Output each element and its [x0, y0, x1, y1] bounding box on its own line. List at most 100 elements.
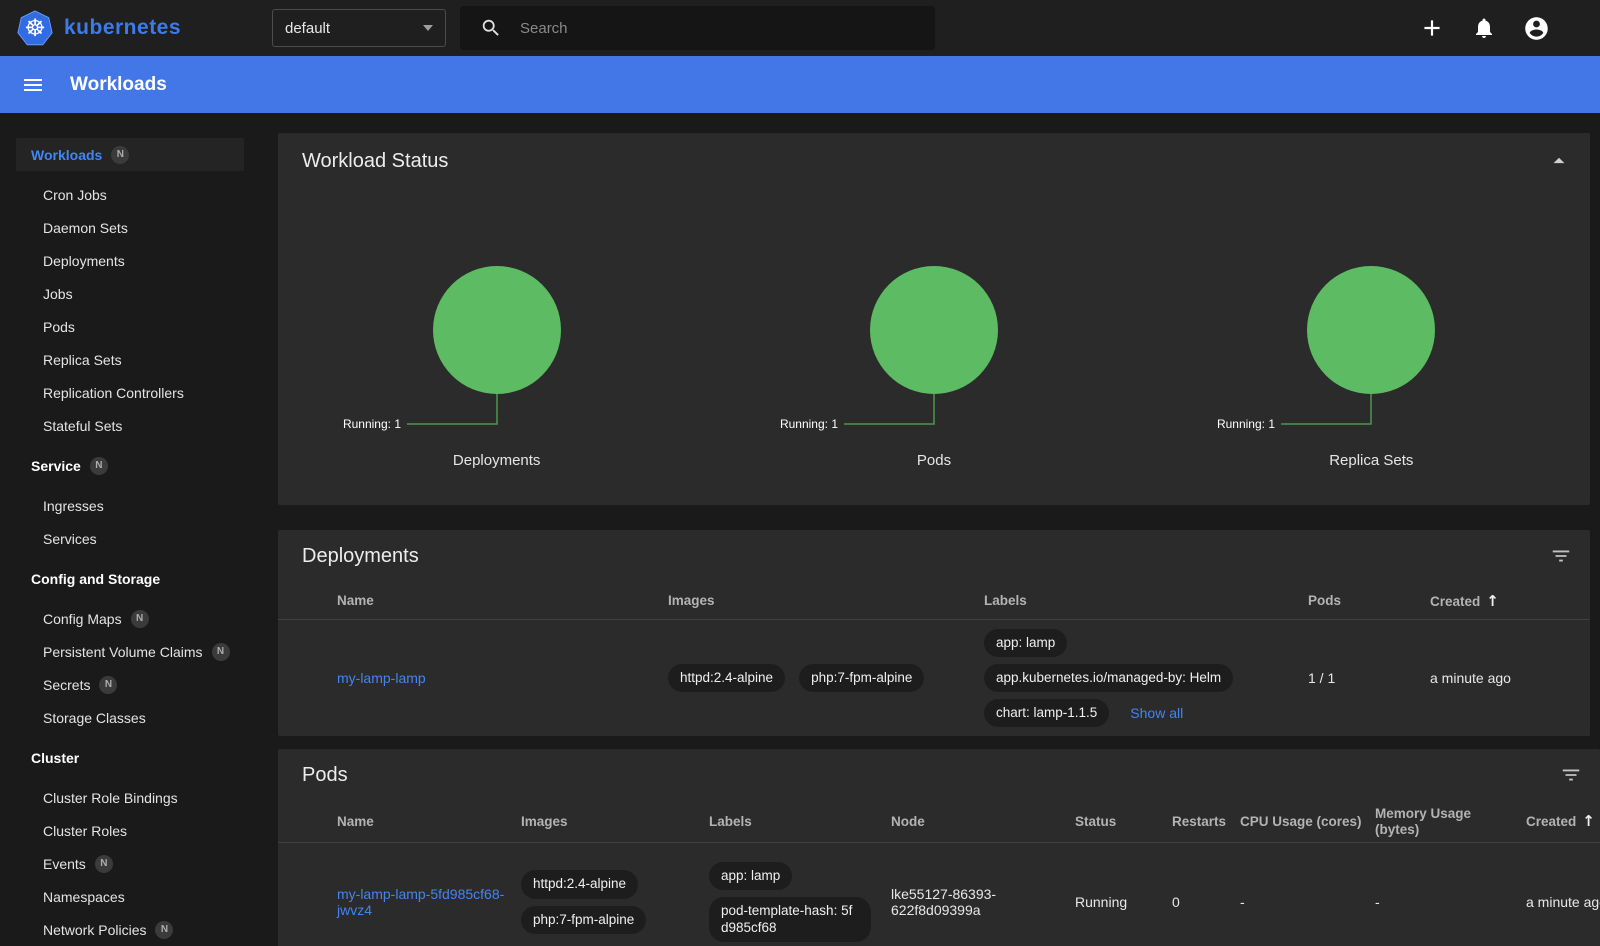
table-row: my-lamp-lamp-5fd985cf68-jwvz4 httpd:2.4-… [278, 843, 1600, 946]
sidebar-item-events[interactable]: Events N [0, 847, 260, 880]
sidebar-item-deployments[interactable]: Deployments [0, 244, 260, 277]
sidebar-item-label: Daemon Sets [43, 220, 128, 236]
column-header-cpu: CPU Usage (cores) [1240, 814, 1375, 830]
chart-annotation: Running: 1 [1217, 417, 1275, 431]
sidebar-item-persistent-volume-claims[interactable]: Persistent Volume ClaimsN [0, 635, 260, 668]
workload-status-title: Workload Status [302, 150, 448, 173]
column-header-labels: Labels [709, 814, 891, 830]
chart-annotation: Running: 1 [343, 417, 401, 431]
column-header-memory: Memory Usage (bytes) [1375, 806, 1526, 837]
sidebar-item-label: Config Maps [43, 611, 122, 627]
sidebar-item-daemon-sets[interactable]: Daemon Sets [0, 211, 260, 244]
column-header-node: Node [891, 814, 1075, 830]
column-header-images: Images [668, 593, 984, 608]
deployments-table-header: Name Images Labels Pods Created↑ [278, 582, 1590, 620]
sidebar-item-label: Ingresses [43, 498, 104, 514]
sidebar-item-cron-jobs[interactable]: Cron Jobs [0, 178, 260, 211]
sidebar-item-secrets[interactable]: Secrets N [0, 668, 260, 701]
kubernetes-logo-icon: ☸ [16, 9, 54, 47]
sidebar-item-network-policies[interactable]: Network PoliciesN [0, 913, 260, 946]
namespace-select[interactable]: default [272, 9, 446, 47]
sidebar-item-services[interactable]: Services [0, 522, 260, 555]
menu-button[interactable] [21, 73, 45, 97]
add-button[interactable] [1419, 15, 1445, 41]
sidebar-item-label: Stateful Sets [43, 418, 122, 434]
new-badge: N [99, 676, 117, 694]
account-button[interactable] [1523, 15, 1550, 42]
pods-count: 1 / 1 [1308, 670, 1430, 686]
image-chip: php:7-fpm-alpine [799, 664, 924, 692]
column-header-name[interactable]: Name [337, 593, 668, 608]
sidebar-item-cluster[interactable]: Cluster [0, 741, 260, 774]
sidebar-item-label: Workloads [31, 147, 102, 163]
search-input[interactable] [520, 20, 935, 37]
sidebar-item-service[interactable]: Service N [0, 449, 260, 482]
filter-button[interactable] [1550, 545, 1572, 567]
workload-chart-replica-sets: Running: 1 Replica Sets [1153, 266, 1590, 469]
chevron-up-icon [1546, 148, 1572, 174]
sidebar-item-label: Config and Storage [31, 571, 160, 587]
new-badge: N [90, 457, 108, 475]
search-bar[interactable] [460, 6, 935, 50]
workload-chart-deployments: Running: 1 Deployments [278, 266, 715, 469]
new-badge: N [95, 855, 113, 873]
pie-chart-running [870, 266, 998, 394]
sidebar-item-namespaces[interactable]: Namespaces [0, 880, 260, 913]
sidebar-item-label: Network Policies [43, 922, 146, 938]
add-icon [1419, 15, 1445, 41]
sidebar-item-cluster-roles[interactable]: Cluster Roles [0, 814, 260, 847]
pie-chart-running [1307, 266, 1435, 394]
chevron-down-icon [423, 25, 433, 31]
brand[interactable]: ☸ kubernetes [0, 9, 272, 47]
notifications-button[interactable] [1472, 16, 1496, 40]
sidebar-item-config-maps[interactable]: Config Maps N [0, 602, 260, 635]
workload-status-card: Workload Status Running: 1 Deployments R… [278, 133, 1590, 505]
sidebar-item-label: Events [43, 856, 86, 872]
pod-name-link[interactable]: my-lamp-lamp-5fd985cf68-jwvz4 [337, 886, 521, 918]
workload-chart-pods: Running: 1 Pods [715, 266, 1152, 469]
brand-text: kubernetes [64, 16, 181, 40]
filter-icon [1560, 764, 1582, 786]
ships-wheel-icon: ☸ [16, 9, 54, 47]
new-badge: N [131, 610, 149, 628]
sidebar-item-jobs[interactable]: Jobs [0, 277, 260, 310]
sidebar-item-label: Replication Controllers [43, 385, 184, 401]
created-timestamp: a minute ago [1526, 894, 1600, 910]
sidebar-item-config-and-storage[interactable]: Config and Storage [0, 562, 260, 595]
deployments-title: Deployments [302, 545, 419, 568]
sidebar-item-label: Jobs [43, 286, 73, 302]
image-chip: httpd:2.4-alpine [668, 664, 785, 692]
sidebar-item-ingresses[interactable]: Ingresses [0, 489, 260, 522]
sidebar-item-label: Services [43, 531, 97, 547]
column-header-name[interactable]: Name [337, 814, 521, 830]
sidebar-item-replica-sets[interactable]: Replica Sets [0, 343, 260, 376]
sidebar-item-label: Cluster Roles [43, 823, 127, 839]
chart-label: Replica Sets [1329, 452, 1413, 469]
toolbar: Workloads [0, 56, 1600, 113]
deployment-name-link[interactable]: my-lamp-lamp [337, 670, 438, 686]
pods-card: Pods Name Images Labels Node Status Rest… [278, 749, 1600, 946]
collapse-section-button[interactable] [1546, 148, 1572, 174]
topbar: ☸ kubernetes default [0, 0, 1600, 56]
sidebar-item-label: Namespaces [43, 889, 125, 905]
sidebar-nav: WorkloadsNCron JobsDaemon SetsDeployment… [0, 113, 260, 946]
column-header-created[interactable]: Created↑ [1526, 813, 1600, 830]
sidebar-item-storage-classes[interactable]: Storage Classes [0, 701, 260, 734]
show-all-link[interactable]: Show all [1130, 705, 1195, 721]
filter-button[interactable] [1560, 764, 1582, 786]
sidebar-item-label: Service [31, 458, 81, 474]
label-chip: app: lamp [709, 862, 792, 890]
label-chip: chart: lamp-1.1.5 [984, 699, 1109, 727]
sidebar-item-replication-controllers[interactable]: Replication Controllers [0, 376, 260, 409]
sidebar-item-pods[interactable]: Pods [0, 310, 260, 343]
sidebar-item-cluster-role-bindings[interactable]: Cluster Role Bindings [0, 781, 260, 814]
pods-title: Pods [302, 764, 348, 787]
column-header-status: Status [1075, 814, 1172, 830]
pie-chart-running [433, 266, 561, 394]
sidebar-item-workloads[interactable]: WorkloadsN [16, 138, 244, 171]
sidebar-item-label: Secrets [43, 677, 90, 693]
memory-usage: - [1375, 894, 1526, 910]
sidebar-item-label: Pods [43, 319, 75, 335]
sidebar-item-stateful-sets[interactable]: Stateful Sets [0, 409, 260, 442]
column-header-created[interactable]: Created↑ [1430, 592, 1590, 610]
